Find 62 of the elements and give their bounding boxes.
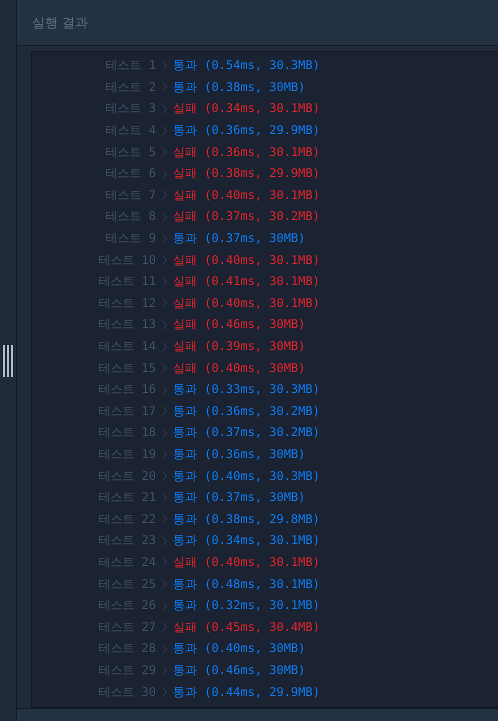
chevron-icon xyxy=(162,557,167,568)
chevron-icon xyxy=(162,82,167,92)
chevron-icon xyxy=(162,406,167,416)
chevron-icon xyxy=(162,384,167,395)
resize-grip-icon[interactable] xyxy=(3,344,13,376)
chevron-icon xyxy=(162,342,167,352)
chevron-icon xyxy=(162,665,167,676)
chevron-icon xyxy=(162,168,167,179)
chevron-icon xyxy=(162,298,167,308)
test-result: 실패 (0.39ms, 30MB) xyxy=(173,338,306,356)
chevron-icon xyxy=(162,449,167,460)
chevron-icon xyxy=(162,363,167,374)
chevron-icon xyxy=(162,234,167,244)
test-result: 통과 (0.37ms, 30MB) xyxy=(173,230,306,248)
test-result: 통과 (0.37ms, 30MB) xyxy=(173,489,306,506)
test-result: 통과 (0.34ms, 30.1MB) xyxy=(173,532,320,550)
chevron-icon xyxy=(162,428,167,438)
test-result: 실패 (0.36ms, 30.1MB) xyxy=(173,144,320,161)
chevron-icon xyxy=(162,622,167,632)
test-result: 실패 (0.40ms, 30.1MB) xyxy=(173,294,320,312)
test-result: 통과 (0.36ms, 30MB) xyxy=(173,446,306,463)
chevron-icon xyxy=(162,320,167,330)
test-result: 통과 (0.54ms, 30.3MB) xyxy=(173,57,320,74)
test-result: 통과 (0.40ms, 30MB) xyxy=(173,640,306,658)
chevron-icon xyxy=(162,492,167,503)
test-result: 실패 (0.40ms, 30.1MB) xyxy=(173,554,320,571)
test-result: 통과 (0.44ms, 29.9MB) xyxy=(173,684,320,701)
test-result: 실패 (0.45ms, 30.4MB) xyxy=(173,618,320,636)
chevron-icon xyxy=(162,471,167,482)
test-result: 통과 (0.36ms, 30.2MB) xyxy=(173,402,320,420)
chevron-icon xyxy=(162,687,167,698)
test-result: 통과 (0.46ms, 30MB) xyxy=(173,662,306,679)
test-result: 통과 (0.40ms, 30.3MB) xyxy=(173,468,320,485)
test-result: 통과 (0.32ms, 30.1MB) xyxy=(173,597,320,614)
chevron-icon xyxy=(162,276,167,287)
test-result: 실패 (0.40ms, 30.1MB) xyxy=(173,186,320,204)
test-result: 실패 (0.41ms, 30.1MB) xyxy=(173,273,320,290)
test-result: 실패 (0.37ms, 30.2MB) xyxy=(173,208,320,226)
chevron-icon xyxy=(162,147,167,158)
test-result: 통과 (0.48ms, 30.1MB) xyxy=(173,576,320,593)
chevron-icon xyxy=(162,255,167,266)
chevron-icon xyxy=(162,60,167,71)
test-result: 실패 (0.40ms, 30.1MB) xyxy=(173,252,320,269)
test-result: 실패 (0.38ms, 29.9MB) xyxy=(173,165,320,182)
test-result: 통과 (0.38ms, 30MB) xyxy=(173,78,306,96)
chevron-icon xyxy=(162,190,167,200)
test-result: 통과 (0.33ms, 30.3MB) xyxy=(173,381,320,398)
panel-title: 실행 결과 xyxy=(32,14,88,32)
test-result: 실패 (0.34ms, 30.1MB) xyxy=(173,100,320,118)
test-result: 실패 (0.46ms, 30MB) xyxy=(173,316,306,334)
chevron-icon xyxy=(162,514,167,524)
chevron-icon xyxy=(162,644,167,654)
test-result: 통과 (0.36ms, 29.9MB) xyxy=(173,122,320,140)
test-result: 통과 (0.38ms, 29.8MB) xyxy=(173,510,320,528)
chevron-icon xyxy=(162,600,167,611)
chevron-icon xyxy=(162,579,167,590)
chevron-icon xyxy=(162,104,167,114)
test-result: 통과 (0.37ms, 30.2MB) xyxy=(173,424,320,442)
test-result: 실패 (0.40ms, 30MB) xyxy=(173,360,306,377)
chevron-icon xyxy=(162,212,167,222)
chevron-icon xyxy=(162,126,167,136)
chevron-icon xyxy=(162,536,167,546)
